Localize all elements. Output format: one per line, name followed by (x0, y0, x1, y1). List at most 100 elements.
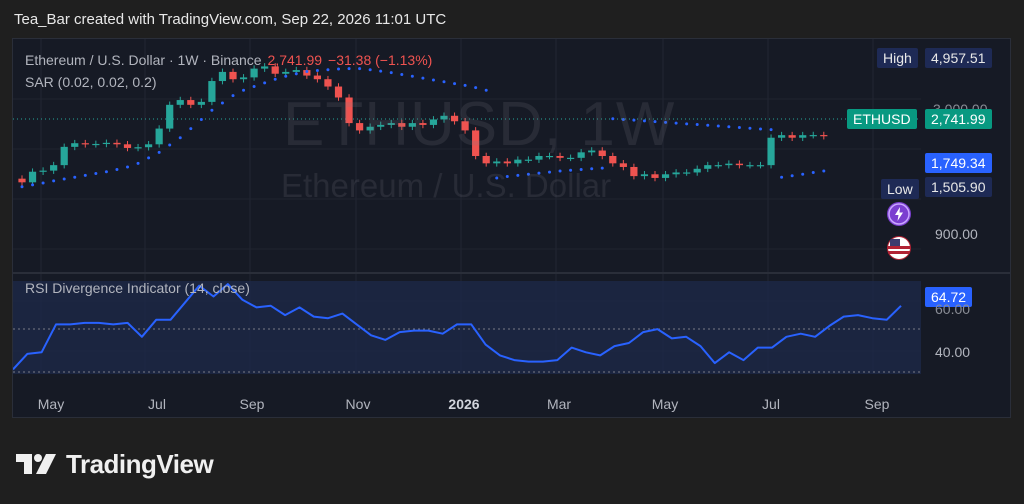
high-label: High (877, 48, 918, 68)
candle-body (71, 143, 79, 147)
sar-dot (315, 68, 319, 72)
price-change: −31.38 (−1.13%) (328, 52, 433, 68)
rsi-legend[interactable]: RSI Divergence Indicator (14, close) (25, 280, 250, 296)
sar-dot (305, 70, 309, 74)
us-flag-icon[interactable] (887, 236, 911, 260)
sar-dot (421, 76, 425, 80)
sar-dot (31, 183, 35, 187)
high-value: 4,957.51 (925, 48, 992, 68)
time-label-may-2026: May (651, 396, 679, 412)
sar-dot (94, 172, 98, 176)
sar-dot (431, 78, 435, 82)
symbol-legend[interactable]: Ethereum / U.S. Dollar · 1W · Binance 2,7… (25, 52, 432, 68)
candle-body (313, 75, 321, 80)
sar-dot (231, 94, 235, 98)
sar-dot (189, 127, 193, 131)
sar-dot (157, 150, 161, 154)
sar-dot (822, 169, 826, 173)
time-label-sep-2025: Sep (239, 396, 265, 412)
sar-dot (706, 123, 710, 127)
sar-dot (136, 161, 140, 165)
rsi-tick-40: 40.00 (935, 344, 971, 360)
candle-body (239, 77, 248, 80)
candle-body (788, 135, 796, 138)
candle-body (292, 70, 300, 72)
time-label-sep-2026: Sep (864, 396, 890, 412)
sar-dot (147, 156, 151, 160)
sar-dot (115, 168, 119, 172)
sar-dot (368, 68, 372, 72)
time-label-jul-2025: Jul (148, 396, 166, 412)
sar-legend[interactable]: SAR (0.02, 0.02, 0.2) (25, 74, 157, 90)
chart-panel[interactable]: ETHUSD, 1W Ethereum / U.S. Dollar Ethere… (12, 38, 1011, 418)
sar-dot (62, 177, 66, 181)
sar-dot (104, 170, 108, 174)
sar-dot (811, 170, 815, 174)
candle-body (503, 161, 511, 164)
candle-body (50, 165, 58, 171)
candle-body (683, 172, 691, 174)
candle-body (767, 137, 775, 166)
sar-dot (801, 172, 805, 176)
candle-body (746, 165, 754, 167)
sar-dot (379, 69, 383, 73)
candle-body (155, 128, 163, 145)
sar-dot (263, 81, 267, 85)
sar-dot (210, 108, 214, 112)
candle-body (282, 71, 290, 74)
brand-name: TradingView (66, 449, 214, 479)
sar-dot (326, 68, 330, 72)
sar-dot (695, 123, 699, 127)
candle-body (714, 165, 722, 167)
candle-body (60, 146, 68, 166)
ticker-label: ETHUSD (847, 109, 917, 129)
current-price-tag: 2,741.99 (925, 109, 992, 129)
sar-dot (400, 72, 404, 76)
candle-body (651, 174, 659, 178)
candle-body (28, 171, 37, 183)
brand-footer[interactable]: TradingView (16, 449, 214, 480)
candle-body (725, 163, 733, 166)
low-value: 1,505.90 (925, 177, 992, 197)
sar-dot (442, 80, 446, 84)
sar-dot (453, 82, 457, 86)
sar-dot (780, 175, 784, 179)
watermark-description: Ethereum / U.S. Dollar (281, 167, 612, 204)
lightning-icon[interactable] (887, 202, 911, 226)
sar-dot (769, 128, 773, 132)
sar-dot (759, 127, 762, 131)
candle-body (250, 68, 258, 78)
candle-body (693, 168, 701, 173)
candle-body (102, 142, 110, 145)
sar-dot (716, 124, 720, 128)
candle-body (229, 71, 237, 80)
candle-body (493, 161, 501, 164)
candle-body (514, 159, 522, 164)
candle-body (640, 174, 649, 177)
candle-body (145, 144, 153, 148)
sar-dot (737, 125, 741, 129)
candle-body (208, 81, 216, 102)
candle-body (756, 165, 765, 167)
candle-body (197, 101, 205, 105)
low-label: Low (881, 179, 919, 199)
tradingview-logo-icon (16, 453, 56, 474)
sar-dot (273, 77, 277, 81)
sar-dot (727, 125, 731, 129)
candle-body (18, 178, 26, 183)
watermark-symbol: ETHUSD, 1W (283, 90, 676, 159)
sar-dot (178, 136, 182, 140)
chart-caption: Tea_Bar created with TradingView.com, Se… (14, 11, 447, 28)
time-label-may-2025: May (37, 396, 65, 412)
sar-dot (242, 88, 246, 92)
candle-body (809, 135, 817, 137)
sar-value-tag: 1,749.34 (925, 153, 992, 173)
candle-body (630, 166, 638, 177)
sar-dot (410, 74, 414, 78)
price-tick-900: 900.00 (935, 226, 978, 242)
last-price: 2,741.99 (267, 52, 323, 68)
candle-body (735, 163, 743, 166)
candle-body (92, 143, 100, 146)
candle-body (81, 143, 89, 145)
sar-dot (252, 85, 256, 89)
